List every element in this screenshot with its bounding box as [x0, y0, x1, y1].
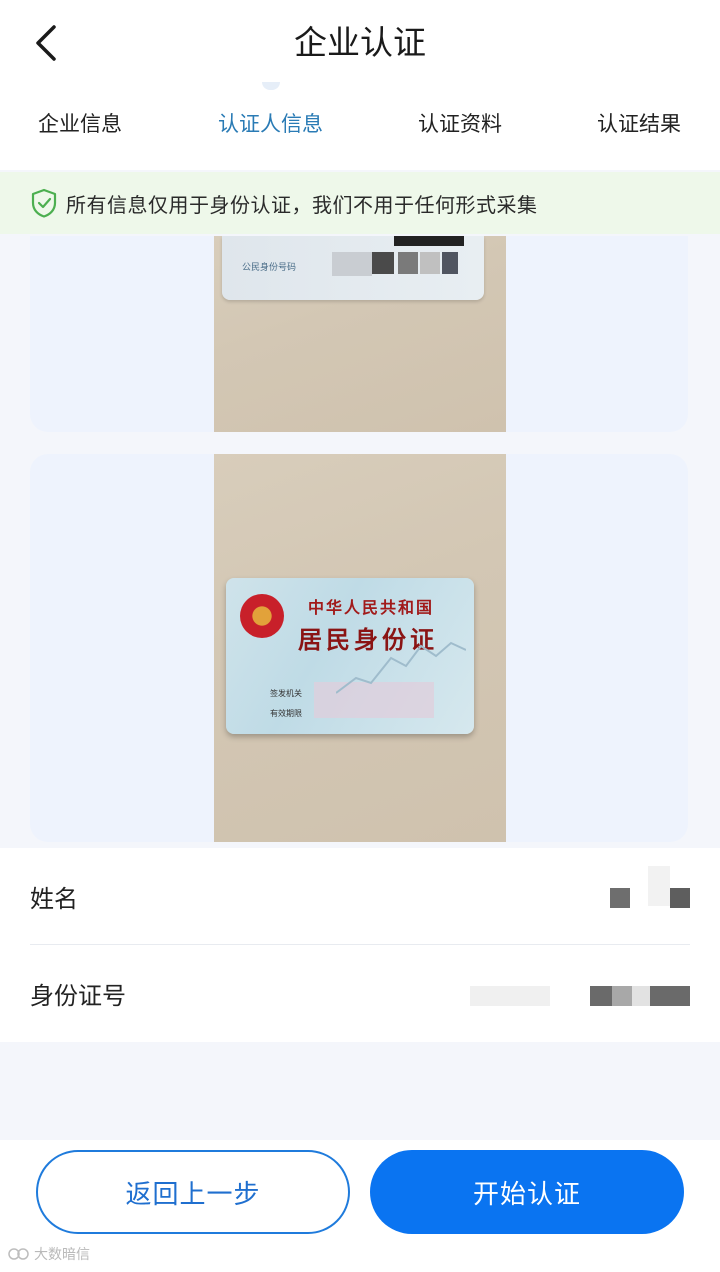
id-number-value-masked [470, 982, 690, 1006]
masked-block [632, 985, 650, 1006]
masked-block [442, 252, 458, 274]
watermark-text: 大数暗信 [34, 1247, 90, 1263]
masked-block [650, 985, 690, 1006]
great-wall-watermark [336, 641, 466, 694]
shield-check-icon [31, 188, 57, 218]
tab-certification-materials[interactable]: 认证资料 [418, 100, 502, 148]
privacy-notice-text: 所有信息仅用于身份认证，我们不用于任何形式采集 [66, 192, 538, 217]
id-front-upload-card[interactable]: 中华人民共和国 居民身份证 签发机关 有效期限 [30, 454, 688, 842]
masked-block [610, 888, 630, 908]
id-front-photo: 中华人民共和国 居民身份证 签发机关 有效期限 [214, 454, 506, 842]
masked-block [590, 985, 612, 1006]
national-emblem-icon [240, 594, 284, 638]
step-tabs: 企业信息 认证人信息 认证资料 认证结果 [0, 100, 720, 152]
masked-block [670, 888, 690, 908]
name-label: 姓名 [30, 884, 78, 913]
tab-certifier-info[interactable]: 认证人信息 [218, 100, 323, 148]
watermark: 大数暗信 [8, 1244, 90, 1264]
bottom-action-bar: 返回上一步 开始认证 [0, 1140, 720, 1272]
certifier-form: 姓名 身份证号 [0, 848, 720, 1042]
header: 企业认证 企业信息 认证人信息 认证资料 认证结果 [0, 0, 720, 170]
masked-block [612, 985, 632, 1006]
name-value-masked [610, 866, 690, 908]
masked-block [470, 985, 550, 1006]
masked-block [394, 236, 464, 246]
id-card-front-image: 中华人民共和国 居民身份证 签发机关 有效期限 [226, 578, 474, 734]
page-title: 企业认证 [294, 23, 426, 62]
back-step-button[interactable]: 返回上一步 [36, 1150, 350, 1234]
name-row: 姓名 [30, 848, 690, 945]
id-card-country: 中华人民共和国 [308, 598, 435, 617]
masked-block [420, 252, 440, 274]
masked-block [398, 252, 418, 274]
watermark-logo-icon [8, 1248, 29, 1260]
start-certification-button[interactable]: 开始认证 [370, 1150, 684, 1234]
tab-company-info[interactable]: 企业信息 [38, 100, 122, 148]
id-card-issuer-label: 签发机关 [270, 689, 302, 698]
id-back-upload-card[interactable]: 公民身份号码 [30, 236, 688, 432]
masked-block [648, 866, 670, 906]
tab-indicator [262, 82, 280, 90]
privacy-notice: 所有信息仅用于身份认证，我们不用于任何形式采集 [0, 172, 720, 234]
id-number-label: 身份证号 [30, 982, 126, 1010]
id-number-field-label: 公民身份号码 [242, 263, 297, 273]
tab-certification-result[interactable]: 认证结果 [597, 100, 681, 148]
masked-block [372, 252, 394, 274]
id-card-valid-label: 有效期限 [270, 709, 302, 718]
id-back-photo: 公民身份号码 [214, 236, 506, 432]
masked-block [332, 252, 372, 276]
id-number-row: 身份证号 [30, 945, 690, 1042]
id-card-back-image: 公民身份号码 [222, 236, 484, 300]
